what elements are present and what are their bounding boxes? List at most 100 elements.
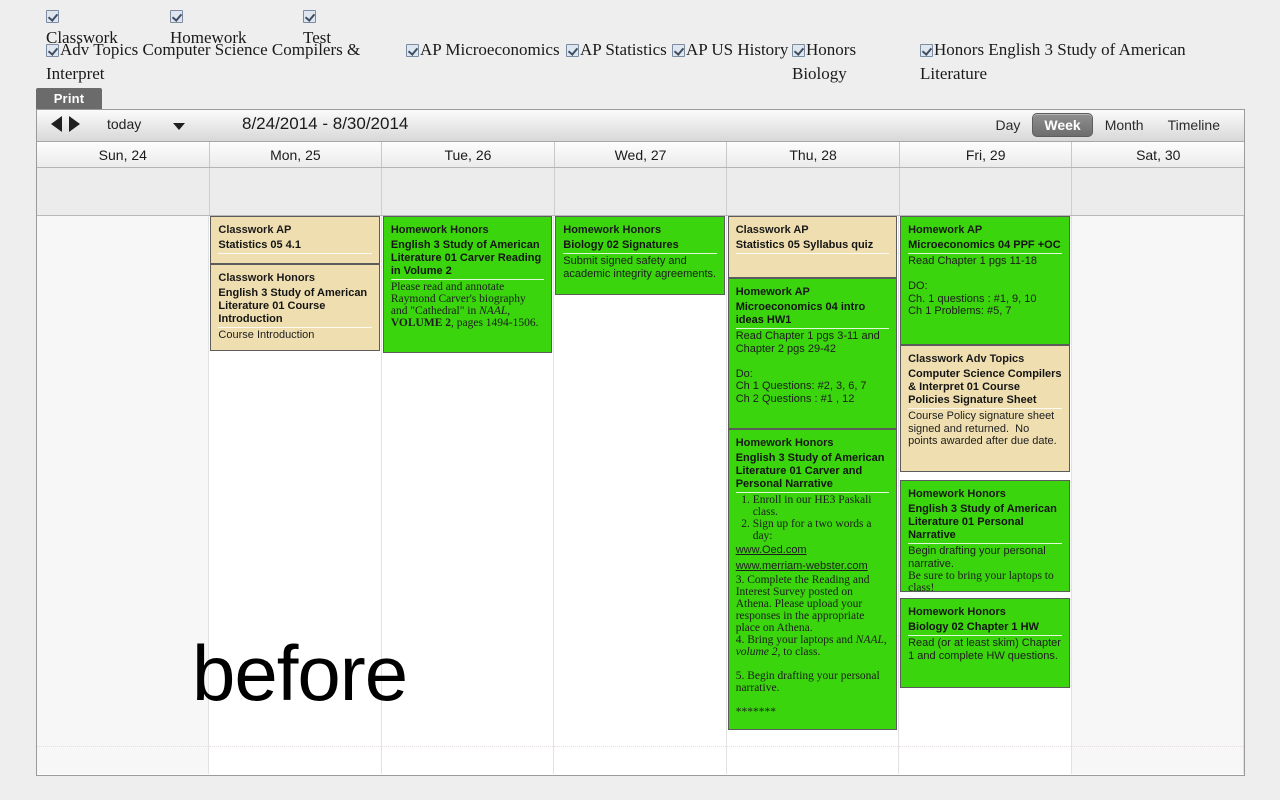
event-category: Classwork Honors — [218, 272, 316, 284]
event-description: Please read and annotate Raymond Carver'… — [390, 281, 539, 329]
calendar-widget: today 8/24/2014 - 8/30/2014 Day Week Month… — [36, 109, 1245, 776]
event-link[interactable]: www.Oed.com — [736, 542, 889, 558]
event-category: Homework AP — [908, 224, 983, 236]
filter-course-5[interactable]: Honors English 3 Study of American Liter… — [920, 38, 1190, 86]
filter-course-3[interactable]: AP US History — [672, 38, 792, 62]
filter-course-2[interactable]: AP Statistics — [566, 38, 674, 62]
event-category: Homework Honors — [908, 606, 1006, 618]
day-column-4[interactable]: Classwork AP Statistics 05 Syllabus quiz H… — [726, 216, 900, 774]
event-category: Homework Honors — [390, 224, 489, 236]
all-day-cell-6[interactable] — [1072, 168, 1244, 215]
all-day-cell-0[interactable] — [37, 168, 210, 215]
event-card[interactable]: Homework Honors English 3 Study of Americ… — [900, 480, 1070, 592]
day-column-0[interactable] — [37, 216, 210, 774]
all-day-cell-4[interactable] — [727, 168, 900, 215]
event-card[interactable]: Homework AP Microeconomics 04 intro ideas… — [727, 278, 898, 429]
checkbox-checked-icon[interactable] — [46, 10, 59, 23]
list-item: Sign up for a two words a day: — [753, 518, 889, 542]
filter-course-0[interactable]: Adv Topics Computer Science Compilers & … — [46, 38, 406, 86]
event-description: Read (or at least skim) Chapter 1 and co… — [908, 637, 1065, 662]
calendar-grid-body: Classwork AP Statistics 05 4.1 Classwork H… — [37, 216, 1244, 774]
checkbox-checked-icon[interactable] — [672, 44, 685, 57]
today-button[interactable]: today — [107, 116, 141, 132]
checkbox-checked-icon[interactable] — [792, 44, 805, 57]
all-day-cell-2[interactable] — [382, 168, 555, 215]
event-description: Begin drafting your personal narrative. — [908, 545, 1049, 570]
checkbox-checked-icon[interactable] — [920, 44, 933, 57]
checkbox-checked-icon[interactable] — [170, 10, 183, 23]
view-button-week[interactable]: Week — [1032, 113, 1093, 137]
event-title: English 3 Study of American Literature 0… — [735, 452, 890, 493]
filter-course-4[interactable]: Honors Biology — [792, 38, 910, 86]
view-button-day[interactable]: Day — [983, 113, 1032, 137]
day-header-1[interactable]: Mon, 25 — [210, 142, 383, 167]
event-card[interactable]: Homework AP Microeconomics 04 PPF +OC Read… — [900, 216, 1070, 345]
day-header-row: Sun, 24 Mon, 25 Tue, 26 Wed, 27 Thu, 28 Fri, … — [37, 142, 1244, 168]
filter-label: AP Microeconomics — [420, 40, 560, 59]
next-week-icon[interactable] — [69, 116, 80, 132]
event-title: Statistics 05 4.1 — [218, 239, 372, 254]
day-header-0[interactable]: Sun, 24 — [37, 142, 210, 167]
all-day-cell-5[interactable] — [900, 168, 1073, 215]
event-description: Course Policy signature sheet signed and… — [908, 410, 1058, 447]
event-category: Homework AP — [735, 286, 810, 298]
chevron-down-icon[interactable] — [173, 123, 185, 130]
day-header-4[interactable]: Thu, 28 — [727, 142, 900, 167]
event-title: Statistics 05 Syllabus quiz — [735, 239, 890, 254]
nav-arrows — [51, 116, 80, 132]
day-header-3[interactable]: Wed, 27 — [555, 142, 728, 167]
event-category: Homework Honors — [735, 437, 834, 449]
filter-course-1[interactable]: AP Microeconomics — [406, 38, 566, 62]
event-description-secondary: Be sure to bring your laptops to class! — [908, 570, 1057, 592]
day-column-2[interactable]: Homework Honors English 3 Study of Americ… — [381, 216, 555, 774]
date-range-label: 8/24/2014 - 8/30/2014 — [242, 114, 409, 133]
checkbox-checked-icon[interactable] — [406, 44, 419, 57]
calendar-toolbar: today 8/24/2014 - 8/30/2014 Day Week Month… — [37, 110, 1244, 142]
checkbox-checked-icon[interactable] — [303, 10, 316, 23]
event-title: English 3 Study of American Literature 0… — [390, 239, 545, 280]
event-category: Homework Honors — [563, 224, 662, 236]
event-card[interactable]: Homework Honors English 3 Study of Americ… — [382, 216, 553, 353]
day-column-1[interactable]: Classwork AP Statistics 05 4.1 Classwork H… — [209, 216, 382, 774]
event-link[interactable]: www.merriam-webster.com — [736, 558, 889, 574]
checkbox-checked-icon[interactable] — [566, 44, 579, 57]
event-title: Biology 02 Chapter 1 HW — [908, 621, 1062, 636]
event-card[interactable]: Homework Honors English 3 Study of Americ… — [727, 429, 898, 730]
filter-label: Adv Topics Computer Science Compilers & … — [46, 40, 361, 83]
event-category: Classwork AP — [218, 224, 292, 236]
checkbox-checked-icon[interactable] — [46, 44, 59, 57]
event-description: Read Chapter 1 pgs 3-11 and Chapter 2 pg… — [735, 330, 880, 405]
hour-gridline — [37, 746, 209, 747]
event-card[interactable]: Classwork Adv Topics Computer Science Com… — [900, 345, 1070, 472]
day-header-5[interactable]: Fri, 29 — [900, 142, 1073, 167]
event-card[interactable]: Classwork Honors English 3 Study of Ameri… — [210, 264, 380, 351]
filter-label: AP Statistics — [580, 40, 667, 59]
day-column-5[interactable]: Homework AP Microeconomics 04 PPF +OC Read… — [899, 216, 1072, 774]
view-button-timeline[interactable]: Timeline — [1156, 113, 1232, 137]
day-header-2[interactable]: Tue, 26 — [382, 142, 555, 167]
day-column-6[interactable] — [1071, 216, 1244, 774]
previous-week-icon[interactable] — [51, 116, 62, 132]
day-header-6[interactable]: Sat, 30 — [1072, 142, 1244, 167]
all-day-cell-1[interactable] — [210, 168, 383, 215]
day-column-3[interactable]: Homework Honors Biology 02 Signatures Subm… — [554, 216, 727, 774]
event-task-list: Enroll in our HE3 Paskali class.Sign up … — [736, 494, 889, 542]
event-card[interactable]: Homework Honors Biology 02 Chapter 1 HW Re… — [900, 598, 1070, 688]
all-day-row — [37, 168, 1244, 216]
filter-label: AP US History — [686, 40, 789, 59]
event-title: Microeconomics 04 PPF +OC — [908, 239, 1062, 254]
print-button[interactable]: Print — [36, 88, 102, 109]
event-description: Submit signed safety and academic integr… — [563, 255, 717, 280]
hour-gridline — [554, 746, 726, 747]
hour-gridline — [726, 746, 899, 747]
event-card[interactable]: Homework Honors Biology 02 Signatures Subm… — [555, 216, 725, 295]
hour-gridline — [899, 746, 1071, 747]
event-card[interactable]: Classwork AP Statistics 05 Syllabus quiz — [727, 216, 898, 278]
view-button-month[interactable]: Month — [1093, 113, 1156, 137]
hour-gridline — [381, 746, 554, 747]
event-title: Computer Science Compilers & Interpret 0… — [908, 368, 1062, 409]
all-day-cell-3[interactable] — [555, 168, 728, 215]
event-title: English 3 Study of American Literature 0… — [218, 287, 372, 328]
event-card[interactable]: Classwork AP Statistics 05 4.1 — [210, 216, 380, 264]
hour-gridline — [1071, 746, 1243, 747]
